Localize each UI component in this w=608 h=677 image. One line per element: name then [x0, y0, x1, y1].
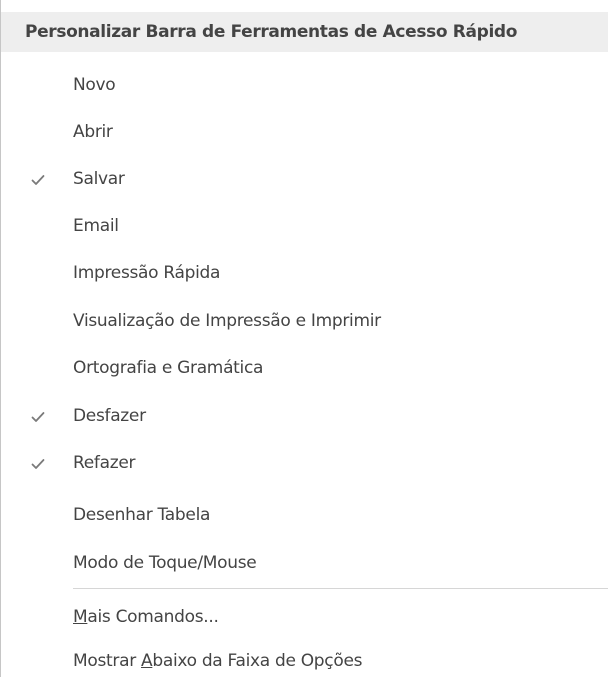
menu-item-impressao-rapida[interactable]: Impressão Rápida [1, 250, 608, 297]
checkmark-icon [29, 393, 47, 440]
menu-item-mais-comandos[interactable]: Mais Comandos... [1, 594, 608, 641]
menu-item-salvar[interactable]: Salvar [1, 156, 608, 203]
menu-item-visualizacao-impressao[interactable]: Visualização de Impressão e Imprimir [1, 298, 608, 345]
menu-item-abrir[interactable]: Abrir [1, 109, 608, 156]
menu-item-label: Modo de Toque/Mouse [73, 553, 257, 573]
menu-item-email[interactable]: Email [1, 203, 608, 250]
label-text: Mostrar [73, 651, 141, 671]
checkmark-icon [29, 440, 47, 487]
menu-item-label: Desenhar Tabela [73, 505, 211, 525]
menu-item-label: Refazer [73, 453, 136, 473]
menu-item-label: Email [73, 216, 119, 236]
mnemonic-letter: M [73, 607, 88, 627]
menu-item-desenhar-tabela[interactable]: Desenhar Tabela [1, 492, 608, 539]
menu-item-label: Mais Comandos... [73, 594, 219, 641]
menu-item-label: Impressão Rápida [73, 263, 221, 283]
menu-separator [73, 588, 608, 589]
menu-item-ortografia[interactable]: Ortografia e Gramática [1, 345, 608, 392]
mnemonic-letter: A [141, 651, 153, 671]
menu-title: Personalizar Barra de Ferramentas de Ace… [1, 12, 608, 52]
menu-item-mostrar-abaixo[interactable]: Mostrar Abaixo da Faixa de Opções [1, 638, 608, 677]
label-text: ais Comandos... [87, 607, 219, 627]
menu-item-label: Mostrar Abaixo da Faixa de Opções [73, 638, 362, 677]
label-text: baixo da Faixa de Opções [152, 651, 363, 671]
menu-item-refazer[interactable]: Refazer [1, 440, 608, 487]
checkmark-icon [29, 156, 47, 203]
menu-item-label: Visualização de Impressão e Imprimir [73, 311, 381, 331]
menu-item-desfazer[interactable]: Desfazer [1, 393, 608, 440]
menu-item-label: Ortografia e Gramática [73, 358, 264, 378]
menu-item-modo-toque-mouse[interactable]: Modo de Toque/Mouse [1, 540, 608, 587]
menu-item-label: Desfazer [73, 406, 146, 426]
quick-access-toolbar-menu: Personalizar Barra de Ferramentas de Ace… [0, 0, 608, 677]
menu-item-label: Salvar [73, 169, 125, 189]
menu-item-novo[interactable]: Novo [1, 62, 608, 109]
menu-item-label: Abrir [73, 122, 113, 142]
menu-item-label: Novo [73, 75, 116, 95]
